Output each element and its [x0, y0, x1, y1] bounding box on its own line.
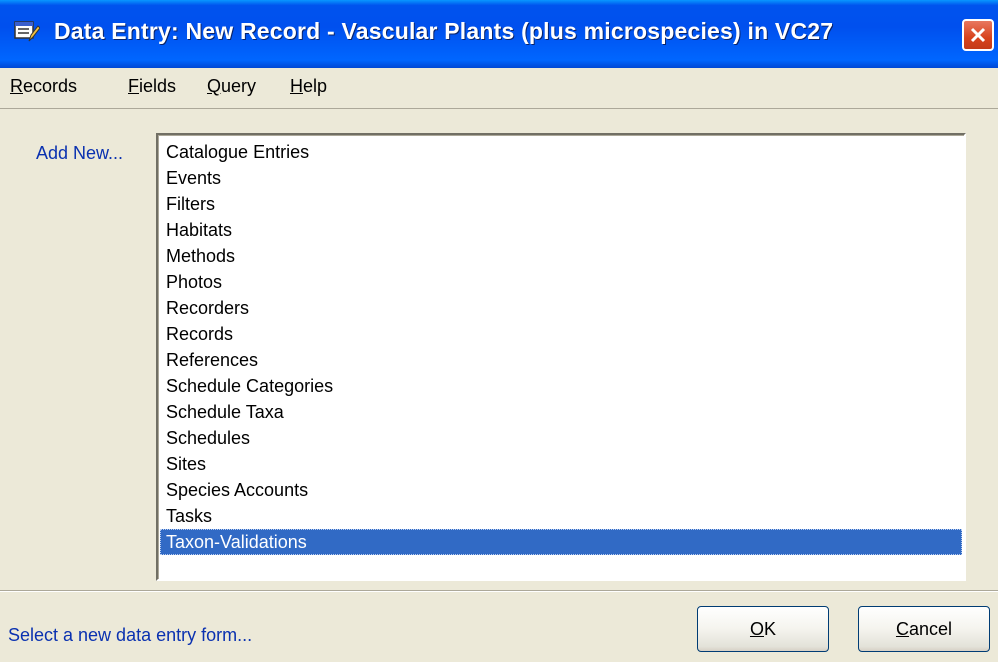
menu-query[interactable]: Query: [207, 76, 256, 97]
list-item[interactable]: Catalogue Entries: [160, 139, 962, 165]
list-item[interactable]: Methods: [160, 243, 962, 269]
list-item[interactable]: Species Accounts: [160, 477, 962, 503]
window-title: Data Entry: New Record - Vascular Plants…: [54, 18, 834, 44]
list-item[interactable]: Tasks: [160, 503, 962, 529]
form-type-listbox[interactable]: Catalogue Entries Events Filters Habitats Me…: [156, 133, 966, 581]
add-new-label: Add New...: [36, 143, 124, 163]
list-item[interactable]: Recorders: [160, 295, 962, 321]
list-item[interactable]: Schedule Categories: [160, 373, 962, 399]
list-item[interactable]: Records: [160, 321, 962, 347]
menu-help[interactable]: Help: [290, 76, 327, 97]
status-text: Select a new data entry form...: [8, 625, 253, 645]
list-item[interactable]: Habitats: [160, 217, 962, 243]
list-item[interactable]: References: [160, 347, 962, 373]
list-item[interactable]: Schedules: [160, 425, 962, 451]
cancel-button-label: Cancel: [895, 618, 953, 639]
ok-button-label: OK: [749, 618, 777, 639]
menu-fields[interactable]: Fields: [128, 76, 176, 97]
listbox-items: Catalogue Entries Events Filters Habitats Me…: [160, 139, 962, 555]
divider: [0, 590, 998, 592]
list-item[interactable]: Filters: [160, 191, 962, 217]
list-item[interactable]: Schedule Taxa: [160, 399, 962, 425]
list-item[interactable]: Sites: [160, 451, 962, 477]
ok-button[interactable]: OK: [697, 606, 829, 652]
title-bar[interactable]: Data Entry: New Record - Vascular Plants…: [0, 0, 998, 68]
data-entry-form-icon: [14, 20, 41, 44]
cancel-button[interactable]: Cancel: [858, 606, 990, 652]
menu-bar: Records Fields Query Help: [0, 68, 998, 109]
list-item[interactable]: Taxon-Validations: [160, 529, 962, 555]
list-item[interactable]: Events: [160, 165, 962, 191]
menu-records[interactable]: Records: [10, 76, 77, 97]
list-item[interactable]: Photos: [160, 269, 962, 295]
close-icon: [970, 27, 986, 43]
close-button[interactable]: [962, 19, 994, 51]
